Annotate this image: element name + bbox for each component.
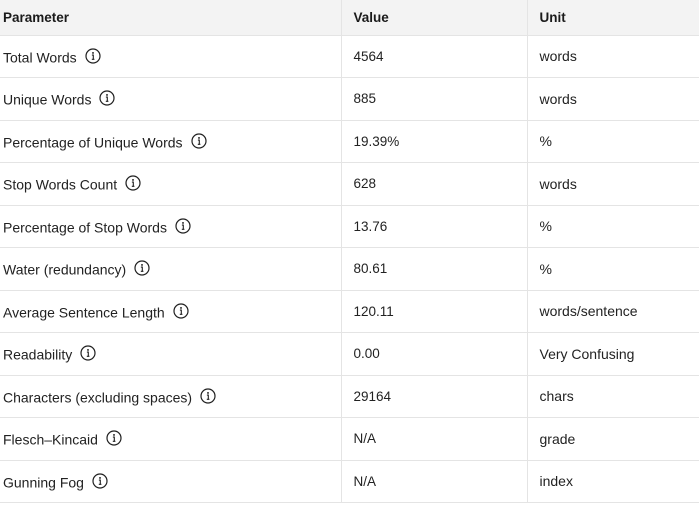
value-cell: 29164 [340, 375, 527, 418]
value-cell: 80.61 [340, 247, 527, 291]
parameter-cell: Water (redundancy) [0, 247, 341, 291]
table-header-row: Parameter Value Unit [0, 0, 699, 36]
text-statistics-table: Parameter Value Unit Total Words 4564 word… [0, 0, 699, 503]
parameter-cell: Flesch–Kincaid [0, 417, 341, 461]
parameter-cell: Stop Words Count [0, 162, 341, 206]
table-row: Total Words 4564 words [0, 35, 699, 78]
table-row: Unique Words 885 words [0, 77, 699, 121]
parameter-label: Average Sentence Length [3, 303, 165, 320]
parameter-label: Unique Words [3, 91, 92, 108]
parameter-label: Percentage of Stop Words [3, 218, 167, 235]
unit-cell: words [526, 35, 699, 78]
parameter-cell: Percentage of Stop Words [0, 205, 341, 248]
info-icon[interactable] [85, 47, 101, 64]
parameter-cell: Characters (excluding spaces) [0, 375, 341, 418]
value-cell: 13.76 [340, 205, 527, 248]
table-row: Average Sentence Length 120.11 words/sente… [0, 290, 699, 333]
info-icon[interactable] [80, 345, 96, 361]
table-row: Percentage of Unique Words 19.39%% [0, 120, 699, 163]
table-row: Percentage of Stop Words 13.76% [0, 205, 699, 248]
unit-cell: % [526, 205, 699, 248]
value-cell: 0.00 [340, 332, 527, 376]
table-row: Gunning Fog N/A index [0, 460, 699, 503]
value-cell: 885 [340, 77, 527, 121]
parameter-label: Total Words [3, 48, 77, 65]
value-cell: 628 [340, 162, 527, 206]
info-icon[interactable] [175, 217, 191, 234]
table-row: Water (redundancy) 80.61% [0, 247, 699, 291]
column-header-value: Value [340, 0, 527, 36]
info-icon[interactable] [125, 175, 141, 191]
value-cell: 4564 [340, 35, 527, 78]
parameter-label: Characters (excluding spaces) [3, 388, 193, 405]
value-cell: 19.39% [340, 120, 527, 163]
info-icon[interactable] [190, 132, 207, 149]
value-cell: 120.11 [340, 290, 527, 333]
parameter-cell: Average Sentence Length [0, 290, 341, 333]
info-icon[interactable] [106, 430, 122, 446]
parameter-label: Water (redundancy) [3, 261, 127, 278]
value-cell: N/A [340, 460, 527, 503]
parameter-cell: Gunning Fog [0, 460, 341, 503]
table-row: Stop Words Count 628 words [0, 162, 699, 206]
info-icon[interactable] [99, 90, 116, 106]
parameter-label: Flesch–Kincaid [3, 431, 98, 448]
table-row: Readability 0.00 Very Confusing [0, 332, 699, 376]
parameter-cell: Unique Words [0, 77, 341, 121]
unit-cell: words/sentence [526, 290, 699, 333]
info-icon[interactable] [200, 387, 216, 404]
unit-cell: % [526, 120, 699, 163]
unit-cell: % [526, 247, 699, 291]
unit-cell: chars [526, 375, 699, 418]
column-header-parameter: Parameter [0, 0, 341, 36]
unit-cell: index [526, 460, 699, 503]
table-body: Total Words 4564 words Unique Words 885 words… [0, 35, 699, 503]
parameter-cell: Readability [0, 332, 341, 376]
table-row: Flesch–Kincaid N/A grade [0, 417, 699, 461]
info-icon[interactable] [134, 260, 150, 276]
table-header: Parameter Value Unit [0, 0, 699, 36]
parameter-cell: Total Words [0, 35, 341, 78]
unit-cell: words [526, 77, 699, 121]
column-header-unit: Unit [526, 0, 699, 36]
unit-cell: words [526, 162, 699, 206]
table-row: Characters (excluding spaces) 29164 chars [0, 375, 699, 418]
value-cell: N/A [340, 417, 527, 461]
parameter-label: Readability [3, 346, 73, 363]
info-icon[interactable] [92, 472, 108, 489]
info-icon[interactable] [173, 302, 189, 319]
parameter-label: Stop Words Count [3, 176, 118, 193]
parameter-label: Gunning Fog [3, 473, 84, 490]
unit-cell: grade [526, 417, 699, 461]
parameter-label: Percentage of Unique Words [3, 133, 183, 150]
unit-cell: Very Confusing [526, 332, 699, 376]
parameter-cell: Percentage of Unique Words [0, 120, 341, 163]
